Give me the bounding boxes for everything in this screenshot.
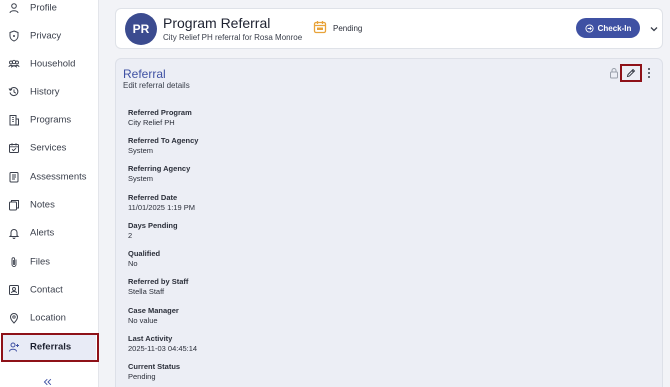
- sidebar-item-label: Programs: [30, 114, 72, 126]
- field-label-days-pending: Days Pending: [128, 221, 178, 230]
- notes-icon: [8, 199, 20, 211]
- double-chevron-left-icon: [43, 378, 52, 386]
- sidebar-item-assessments[interactable]: Assessments: [0, 163, 99, 191]
- sidebar-item-privacy[interactable]: Privacy: [0, 22, 99, 50]
- sidebar-item-history[interactable]: History: [0, 78, 99, 106]
- sidebar-item-services[interactable]: Services: [0, 134, 99, 162]
- field-value-last-activity: 2025-11-03 04:45:14: [128, 344, 198, 353]
- sidebar-item-programs[interactable]: Programs: [0, 106, 99, 134]
- edit-button[interactable]: [621, 65, 641, 81]
- field-label-case-manager: Case Manager: [128, 306, 179, 315]
- sidebar-item-location[interactable]: Location: [0, 304, 99, 332]
- field-value-qualified: No: [128, 259, 138, 268]
- more-vertical-icon[interactable]: [645, 67, 653, 79]
- sidebar-item-notes[interactable]: Notes: [0, 191, 99, 219]
- check-in-button[interactable]: Check-In: [576, 18, 640, 38]
- program-referral-header: PR Program Referral City Relief PH refer…: [115, 8, 663, 49]
- field-value-current-status: Pending: [128, 372, 156, 381]
- field-label-referring-agency: Referring Agency: [128, 164, 191, 173]
- field-label-referred-date: Referred Date: [128, 193, 178, 202]
- shield-icon: [8, 30, 20, 42]
- sidebar-item-label: Assessments: [30, 171, 87, 183]
- page-subtitle: City Relief PH referral for Rosa Monroe: [163, 33, 303, 42]
- referral-card: Referral Edit referral details Referred …: [115, 58, 663, 387]
- sidebar-item-label: Contact: [30, 284, 63, 296]
- page-title: Program Referral: [163, 15, 271, 31]
- card-title: Referral: [123, 67, 166, 81]
- field-value-case-manager: No value: [128, 316, 158, 325]
- contact-card-icon: [8, 284, 20, 296]
- user-plus-icon: [8, 341, 20, 353]
- paperclip-icon: [8, 256, 20, 268]
- chevron-down-icon[interactable]: [649, 24, 659, 34]
- sidebar-item-label: Profile: [30, 2, 57, 14]
- check-in-label: Check-In: [597, 23, 632, 33]
- sidebar-item-label: Alerts: [30, 227, 55, 239]
- sidebar-item-files[interactable]: Files: [0, 248, 99, 276]
- bell-icon: [8, 227, 20, 239]
- login-icon: [585, 23, 594, 33]
- location-pin-icon: [8, 312, 20, 324]
- clipboard-icon: [8, 171, 20, 183]
- avatar: PR: [125, 13, 157, 45]
- sidebar-item-label: Services: [30, 142, 67, 154]
- field-label-qualified: Qualified: [128, 249, 161, 258]
- calendar-pending-icon: [313, 21, 327, 34]
- collapse-sidebar-button[interactable]: [41, 376, 55, 387]
- history-icon: [8, 86, 20, 98]
- user-icon: [8, 2, 20, 14]
- field-value-referred-program: City Relief PH: [128, 118, 175, 127]
- field-value-referred-to-agency: System: [128, 146, 154, 155]
- sidebar-item-label: Notes: [30, 199, 55, 211]
- calendar-check-icon: [8, 142, 20, 154]
- sidebar: Profile Privacy Household History Progra…: [0, 0, 99, 387]
- field-label-current-status: Current Status: [128, 362, 181, 371]
- sidebar-item-label: Household: [30, 58, 76, 70]
- field-label-referred-by-staff: Referred by Staff: [128, 277, 189, 286]
- sidebar-item-referrals[interactable]: Referrals: [2, 333, 96, 361]
- pencil-icon: [626, 68, 636, 78]
- lock-icon[interactable]: [609, 67, 619, 79]
- field-label-referred-program: Referred Program: [128, 108, 192, 117]
- field-value-referring-agency: System: [128, 174, 154, 183]
- status-badge: Pending: [333, 24, 363, 33]
- field-label-referred-to-agency: Referred To Agency: [128, 136, 199, 145]
- field-value-days-pending: 2: [128, 231, 133, 240]
- building-icon: [8, 114, 20, 126]
- field-value-referred-by-staff: Stella Staff: [128, 287, 165, 296]
- sidebar-item-label: Files: [30, 256, 51, 268]
- sidebar-item-label: History: [30, 86, 60, 98]
- card-subtitle: Edit referral details: [123, 81, 190, 90]
- sidebar-item-alerts[interactable]: Alerts: [0, 219, 99, 247]
- field-value-referred-date: 11/01/2025 1:19 PM: [128, 203, 195, 212]
- sidebar-item-profile[interactable]: Profile: [0, 0, 99, 22]
- field-label-last-activity: Last Activity: [128, 334, 173, 343]
- sidebar-item-household[interactable]: Household: [0, 50, 99, 78]
- sidebar-item-label: Location: [30, 312, 66, 324]
- sidebar-item-label: Privacy: [30, 30, 62, 42]
- people-icon: [8, 58, 20, 70]
- sidebar-item-contact[interactable]: Contact: [0, 276, 99, 304]
- sidebar-item-label: Referrals: [30, 341, 72, 353]
